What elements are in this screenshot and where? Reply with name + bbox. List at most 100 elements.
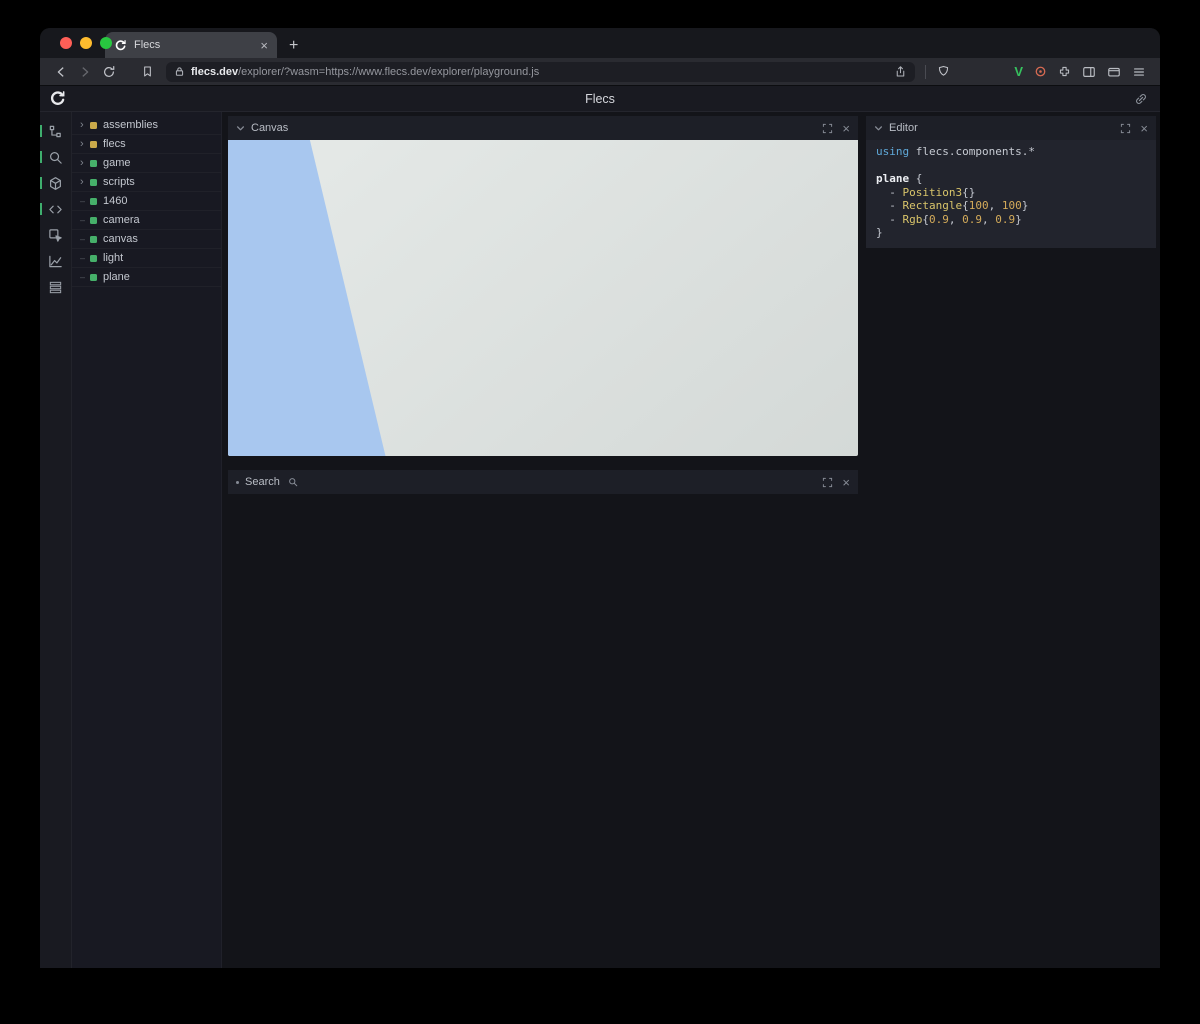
entity-color-swatch bbox=[90, 122, 97, 129]
bookmark-icon bbox=[141, 65, 154, 78]
code-editor[interactable]: using flecs.components.* plane { - Posit… bbox=[866, 140, 1156, 248]
toolbar-divider bbox=[925, 65, 926, 79]
zoom-window-button[interactable] bbox=[100, 37, 112, 49]
fullscreen-icon[interactable] bbox=[1120, 123, 1131, 134]
close-panel-icon[interactable]: × bbox=[842, 476, 850, 489]
entity-color-swatch bbox=[90, 141, 97, 148]
share-link-button[interactable] bbox=[1134, 92, 1148, 106]
side-panel-button[interactable] bbox=[1082, 65, 1096, 79]
tab-strip: Flecs × + bbox=[40, 28, 1160, 58]
tree-item-assemblies[interactable]: › assemblies bbox=[72, 116, 221, 135]
code-line: using flecs.components.* bbox=[876, 145, 1146, 159]
browser-tab-flecs[interactable]: Flecs × bbox=[105, 32, 277, 58]
brave-shield-button[interactable] bbox=[932, 62, 954, 82]
editor-panel-actions: × bbox=[1120, 122, 1148, 135]
entity-label: light bbox=[103, 252, 123, 264]
entity-tree-panel: › assemblies › flecs ›game›scripts – 1460 –came… bbox=[72, 112, 222, 968]
entity-label: assemblies bbox=[103, 119, 158, 131]
page-title: Flecs bbox=[40, 92, 1160, 106]
search-panel-title: Search bbox=[245, 476, 280, 488]
tab-close-button[interactable]: × bbox=[260, 39, 268, 52]
share-button[interactable] bbox=[894, 65, 907, 78]
expand-arrow-icon[interactable]: › bbox=[80, 158, 90, 169]
tree-item-flecs[interactable]: › flecs bbox=[72, 135, 221, 154]
close-panel-icon[interactable]: × bbox=[842, 122, 850, 135]
collapse-chevron-icon[interactable] bbox=[236, 124, 245, 133]
code-line: - Rgb{0.9, 0.9, 0.9} bbox=[876, 213, 1146, 227]
url-bar[interactable]: flecs.dev/explorer/?wasm=https://www.fle… bbox=[166, 62, 915, 82]
back-button[interactable] bbox=[50, 62, 72, 82]
entity-label: flecs bbox=[103, 138, 126, 150]
canvas-viewport[interactable] bbox=[228, 140, 858, 456]
fullscreen-icon[interactable] bbox=[822, 477, 833, 488]
rail-item-entities[interactable] bbox=[40, 170, 71, 196]
browser-window: Flecs × + flecs.dev/explorer/?wasm=https… bbox=[40, 28, 1160, 968]
expand-arrow-icon[interactable]: › bbox=[80, 139, 90, 150]
code-icon bbox=[48, 202, 63, 217]
canvas-panel-header: Canvas × bbox=[228, 116, 858, 140]
leaf-dash-icon: – bbox=[80, 254, 90, 263]
expand-arrow-icon[interactable]: › bbox=[80, 177, 90, 188]
expand-arrow-icon[interactable]: › bbox=[80, 120, 90, 131]
entity-color-swatch bbox=[90, 160, 97, 167]
entity-label: canvas bbox=[103, 233, 138, 245]
main-area: › assemblies › flecs ›game›scripts – 1460 –came… bbox=[40, 112, 1160, 968]
leaf-dash-icon: – bbox=[80, 273, 90, 282]
extensions-button[interactable] bbox=[1058, 65, 1071, 78]
share-icon bbox=[894, 65, 907, 78]
entities-icon bbox=[48, 176, 63, 191]
rail-item-outliner[interactable] bbox=[40, 118, 71, 144]
entity-color-swatch bbox=[90, 198, 97, 205]
search-icon bbox=[288, 477, 298, 487]
tree-item-game[interactable]: ›game bbox=[72, 154, 221, 173]
leaf-dash-icon: – bbox=[80, 216, 90, 225]
canvas-panel-actions: × bbox=[822, 122, 850, 135]
leaf-dash-icon: – bbox=[80, 235, 90, 244]
tree-item-scripts[interactable]: ›scripts bbox=[72, 173, 221, 192]
extension-v-button[interactable]: V bbox=[1014, 64, 1023, 79]
forward-button[interactable] bbox=[74, 62, 96, 82]
entity-color-swatch bbox=[90, 255, 97, 262]
tree-item-light[interactable]: – light bbox=[72, 249, 221, 268]
rail-item-queries[interactable] bbox=[40, 274, 71, 300]
tree-item-plane[interactable]: –plane bbox=[72, 268, 221, 287]
traffic-lights bbox=[60, 37, 112, 49]
wallet-icon bbox=[1107, 65, 1121, 79]
wallet-button[interactable] bbox=[1107, 65, 1121, 79]
extension-red-button[interactable] bbox=[1034, 65, 1047, 78]
entity-label: 1460 bbox=[103, 195, 127, 207]
editor-column: Editor × using flecs.components.* plane … bbox=[866, 116, 1156, 248]
reload-icon bbox=[102, 65, 116, 79]
rail-item-stats[interactable] bbox=[40, 248, 71, 274]
collapsed-dot-icon[interactable] bbox=[236, 481, 239, 484]
close-panel-icon[interactable]: × bbox=[1140, 122, 1148, 135]
code-line: - Rectangle{100, 100} bbox=[876, 199, 1146, 213]
collapse-chevron-icon[interactable] bbox=[874, 124, 883, 133]
tree-item-1460[interactable]: – 1460 bbox=[72, 192, 221, 211]
bookmark-button[interactable] bbox=[136, 62, 158, 82]
toolbar-right-icons: V bbox=[1014, 64, 1150, 79]
minimize-window-button[interactable] bbox=[80, 37, 92, 49]
flecs-explorer-page: Flecs › assemblies › flecs ›game›scripts – 146… bbox=[40, 86, 1160, 968]
entity-color-swatch bbox=[90, 217, 97, 224]
rail-item-inspect[interactable] bbox=[40, 222, 71, 248]
link-icon bbox=[1134, 92, 1148, 106]
search-panel-header[interactable]: Search × bbox=[228, 470, 858, 494]
canvas-panel-title: Canvas bbox=[251, 122, 288, 134]
code-line bbox=[876, 159, 1146, 173]
new-tab-button[interactable]: + bbox=[289, 39, 298, 53]
tree-item-camera[interactable]: –camera bbox=[72, 211, 221, 230]
fullscreen-icon[interactable] bbox=[822, 123, 833, 134]
close-window-button[interactable] bbox=[60, 37, 72, 49]
tree-item-canvas[interactable]: – canvas bbox=[72, 230, 221, 249]
url-domain: flecs.dev bbox=[191, 66, 238, 78]
menu-button[interactable] bbox=[1132, 65, 1146, 79]
editor-panel-title: Editor bbox=[889, 122, 918, 134]
hamburger-icon bbox=[1132, 65, 1146, 79]
rail-item-code[interactable] bbox=[40, 196, 71, 222]
app-header: Flecs bbox=[40, 86, 1160, 112]
leaf-dash-icon: – bbox=[80, 197, 90, 206]
rail-item-search[interactable] bbox=[40, 144, 71, 170]
reload-button[interactable] bbox=[98, 62, 120, 82]
search-panel-actions: × bbox=[822, 476, 850, 489]
